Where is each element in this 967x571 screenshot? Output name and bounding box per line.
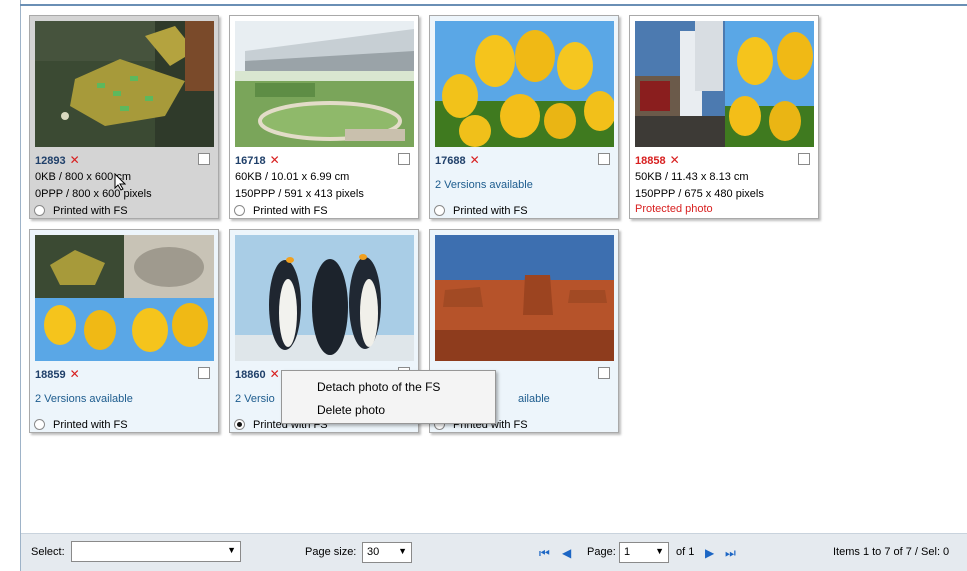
photo-size-info: 60KB / 10.01 x 6.99 cm (235, 171, 350, 183)
printed-fs-label: Printed with FS (53, 419, 128, 431)
versions-available-link[interactable]: 2 Versions available (435, 179, 533, 192)
select-checkbox[interactable] (198, 153, 210, 165)
chevron-down-icon: ▼ (227, 545, 236, 555)
page-size-label: Page size: (305, 546, 357, 558)
printed-fs-label: Printed with FS (53, 205, 128, 217)
photo-card[interactable]: 18858 ✕ 50KB / 11.43 x 8.13 cm 150PPP / 6… (629, 15, 819, 219)
page-total: of 1 (676, 546, 695, 558)
printed-fs-radio[interactable] (234, 419, 245, 430)
versions-available-link[interactable]: 2 Versio (235, 393, 275, 406)
x-icon[interactable]: ✕ (470, 153, 480, 167)
photo-resolution-info: 150PPP / 675 x 480 pixels (635, 188, 764, 200)
photo-id: 16718 (235, 155, 266, 167)
content-left-border (20, 0, 21, 571)
page-number-dropdown[interactable]: 1 ▼ (619, 542, 669, 563)
photo-size-info: 50KB / 11.43 x 8.13 cm (635, 171, 749, 183)
page-number-value: 1 (624, 546, 631, 558)
photo-thumbnail[interactable] (35, 21, 214, 147)
printed-fs-label: Printed with FS (453, 205, 528, 217)
select-checkbox[interactable] (798, 153, 810, 165)
x-icon[interactable]: ✕ (670, 153, 680, 167)
chevron-down-icon: ▼ (655, 546, 664, 556)
prev-page-icon[interactable]: ◀ (562, 546, 571, 560)
printed-fs-radio[interactable] (234, 205, 245, 216)
photo-id-row: 17688 ✕ (435, 154, 480, 168)
printed-fs-radio[interactable] (34, 205, 45, 216)
context-menu: Detach photo of the FS Delete photo (281, 370, 496, 424)
protected-photo-label: Protected photo (635, 203, 713, 215)
page-size-dropdown[interactable]: 30 ▼ (362, 542, 412, 563)
chevron-down-icon: ▼ (398, 546, 407, 556)
photo-id-row: 16718 ✕ (235, 154, 280, 168)
page-label: Page: (587, 546, 616, 558)
next-page-icon[interactable]: ▶ (705, 546, 714, 560)
photo-thumbnail[interactable] (635, 21, 814, 147)
menu-item-detach-photo[interactable]: Detach photo of the FS (317, 380, 440, 394)
select-checkbox[interactable] (598, 153, 610, 165)
printed-fs-label: Printed with FS (253, 205, 328, 217)
x-icon[interactable]: ✕ (70, 153, 80, 167)
printed-fs-radio[interactable] (434, 205, 445, 216)
photo-id: 17688 (435, 155, 466, 167)
content-top-border (20, 4, 967, 6)
versions-available-link[interactable]: ailable (518, 393, 550, 406)
photo-id: 18859 (35, 369, 66, 381)
x-icon[interactable]: ✕ (270, 367, 280, 381)
photo-id: 18860 (235, 369, 266, 381)
printed-fs-radio[interactable] (34, 419, 45, 430)
photo-thumbnail[interactable] (35, 235, 214, 361)
select-dropdown[interactable]: ▼ (71, 541, 241, 562)
photo-id-row: 18858 ✕ (635, 154, 680, 168)
select-checkbox[interactable] (398, 153, 410, 165)
photo-id-row: 18860 ✕ (235, 368, 280, 382)
versions-available-link[interactable]: 2 Versions available (35, 393, 133, 406)
x-icon[interactable]: ✕ (270, 153, 280, 167)
photo-thumbnail[interactable] (435, 21, 614, 147)
items-count-info: Items 1 to 7 of 7 / Sel: 0 (833, 546, 950, 558)
photo-card[interactable]: 17688 ✕ 2 Versions available Printed with… (429, 15, 619, 219)
photo-id: 12893 (35, 155, 66, 167)
menu-item-delete-photo[interactable]: Delete photo (317, 403, 385, 417)
photo-resolution-info: 0PPP / 800 x 600 pixels (35, 188, 152, 200)
last-page-icon[interactable]: ⏭ (725, 546, 736, 561)
photo-thumbnail[interactable] (235, 21, 414, 147)
select-label: Select: (31, 546, 65, 558)
first-page-icon[interactable]: ⏮ (539, 546, 550, 561)
photo-card[interactable]: 16718 ✕ 60KB / 10.01 x 6.99 cm 150PPP / 5… (229, 15, 419, 219)
page-size-value: 30 (367, 546, 380, 558)
photo-id: 18858 (635, 155, 666, 167)
mouse-cursor-icon (114, 173, 126, 191)
photo-thumbnail[interactable] (235, 235, 414, 361)
select-checkbox[interactable] (198, 367, 210, 379)
photo-id-row: 18859 ✕ (35, 368, 80, 382)
select-checkbox[interactable] (598, 367, 610, 379)
x-icon[interactable]: ✕ (70, 367, 80, 381)
photo-resolution-info: 150PPP / 591 x 413 pixels (235, 188, 364, 200)
photo-thumbnail[interactable] (435, 235, 614, 361)
photo-card[interactable]: 18859 ✕ 2 Versions available Printed with… (29, 229, 219, 433)
pagination-bar: Select: ▼ Page size: 30 ▼ ⏮ ◀ Page: 1 ▼ … (21, 533, 967, 571)
photo-id-row: 12893 ✕ (35, 154, 80, 168)
